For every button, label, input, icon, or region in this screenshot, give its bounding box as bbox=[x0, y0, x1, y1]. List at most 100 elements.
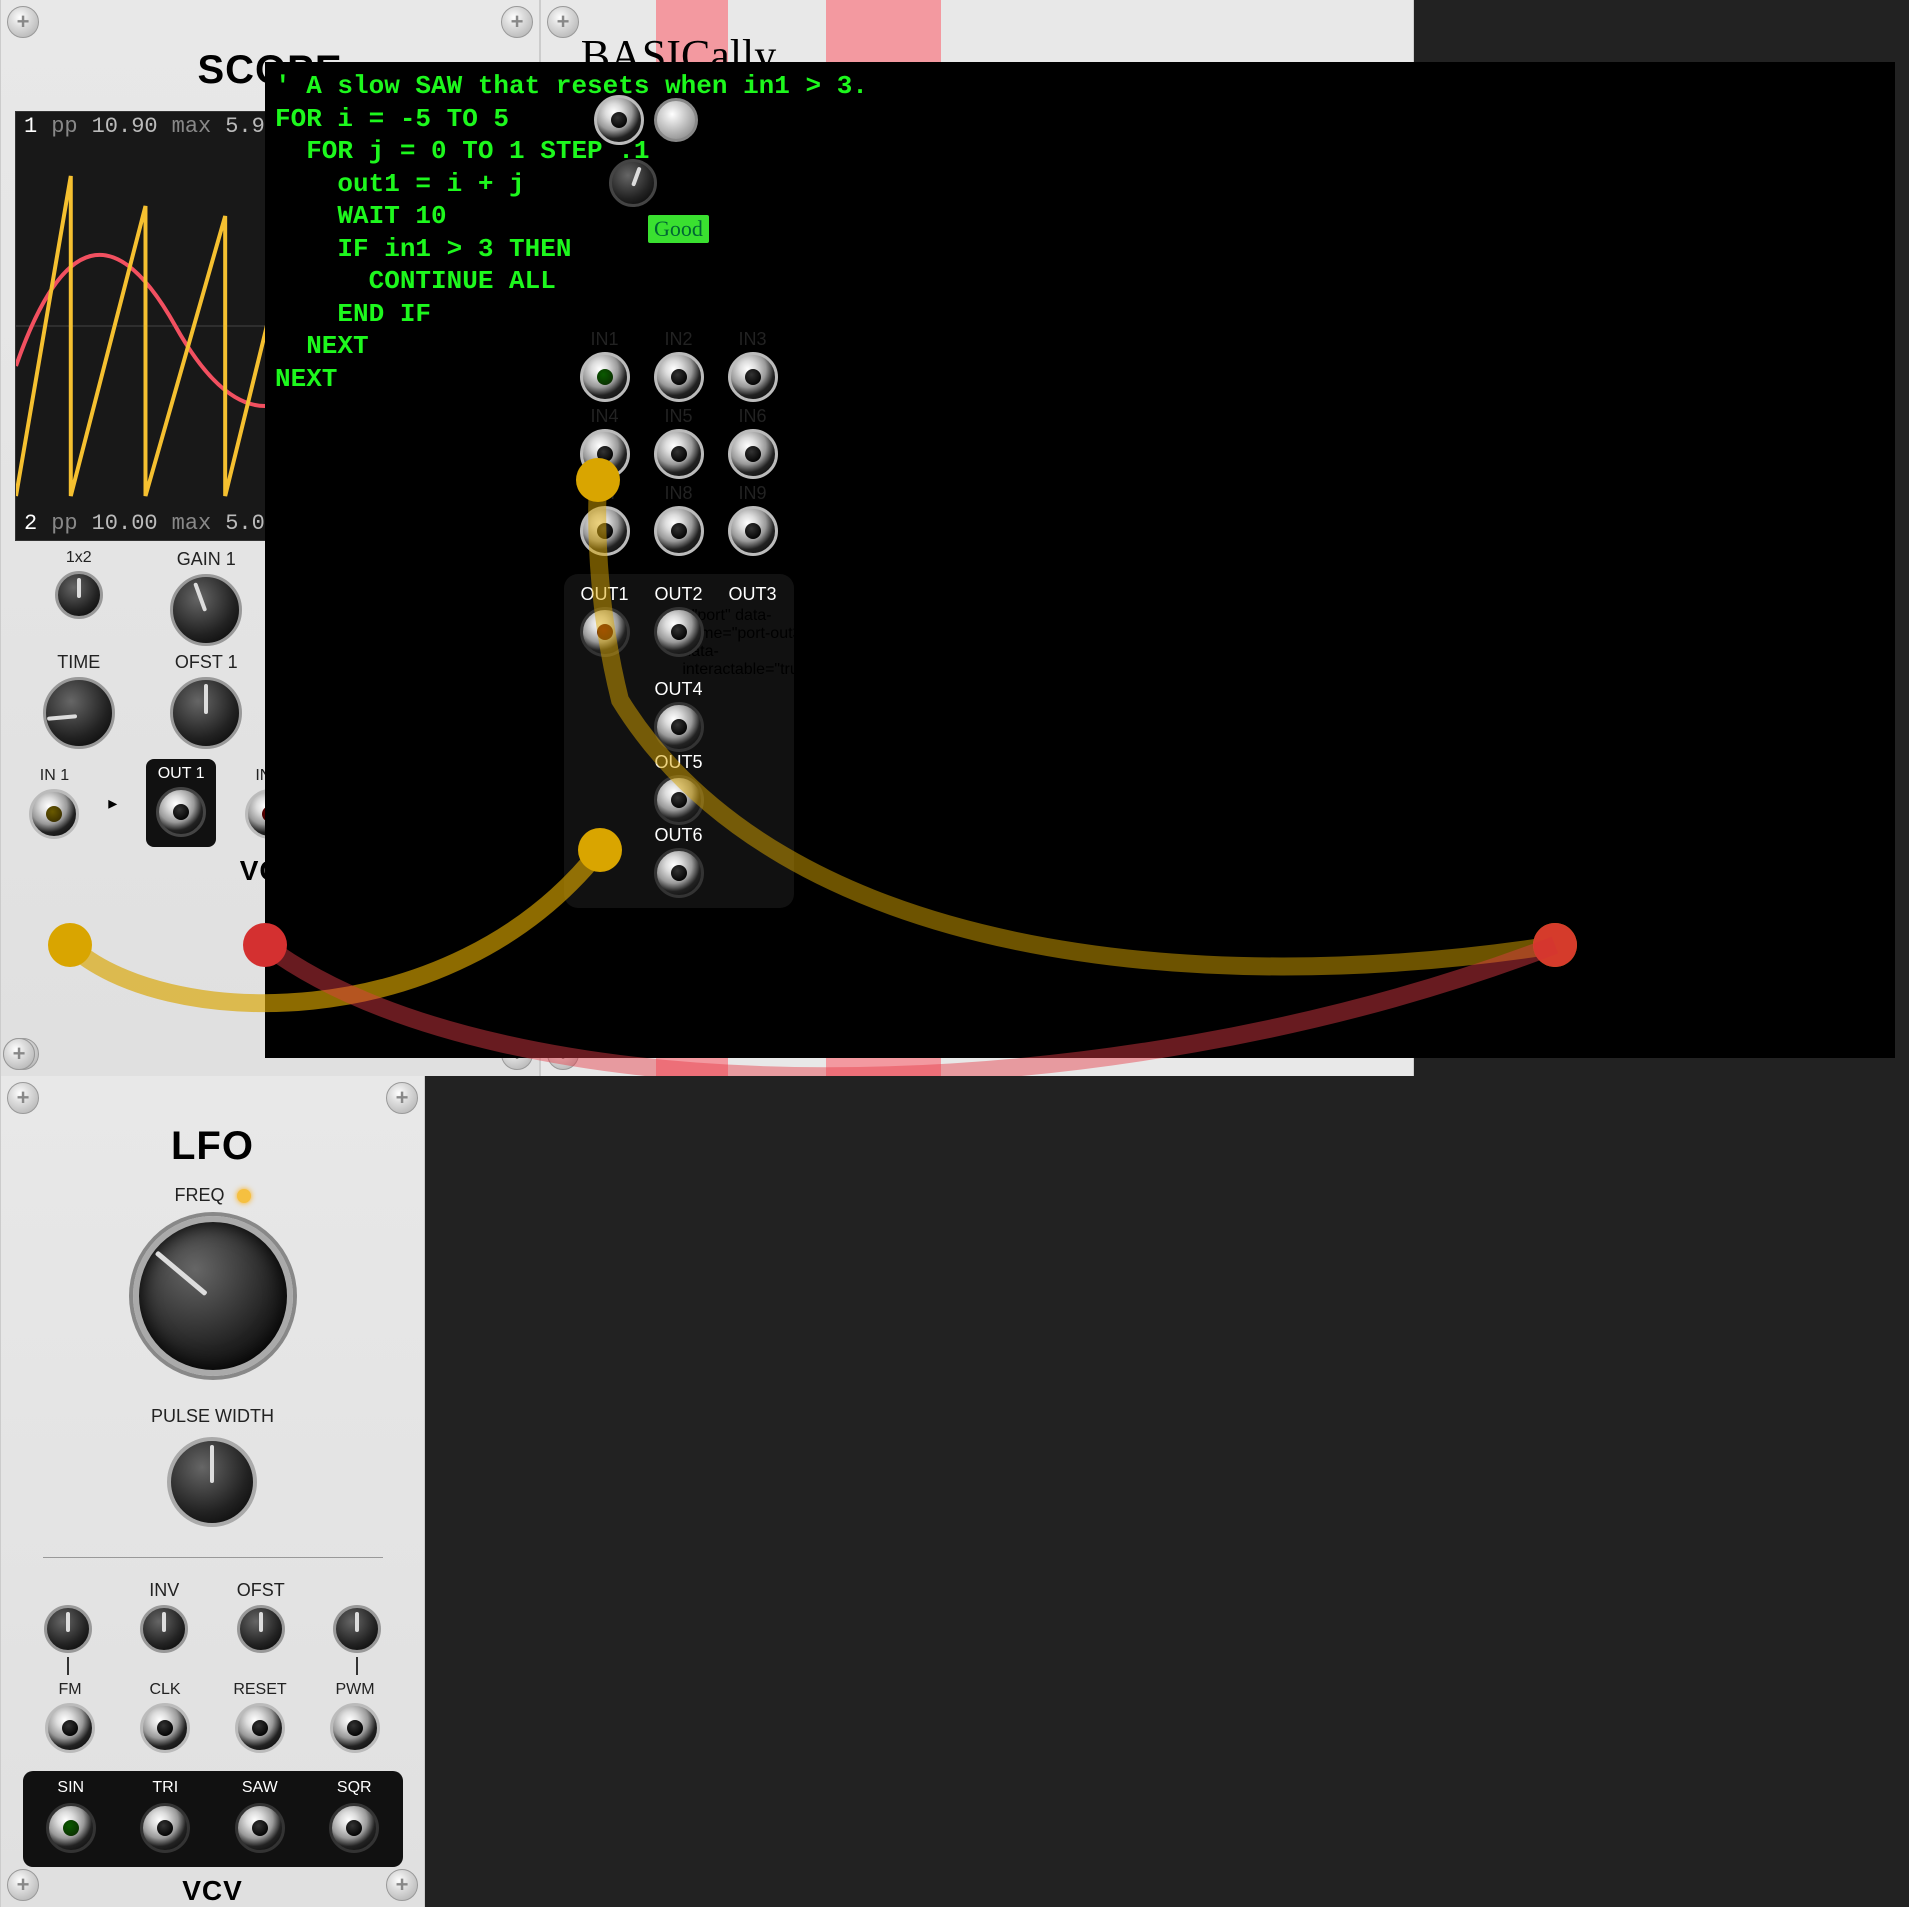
lfo-small-knobs: x INV OFST x bbox=[23, 1580, 403, 1675]
knob-style[interactable] bbox=[609, 159, 657, 207]
label-out3: OUT3 bbox=[728, 584, 776, 605]
knob-gain1[interactable] bbox=[170, 574, 242, 646]
ch1-number: 1 bbox=[24, 114, 37, 139]
port-in8[interactable] bbox=[654, 506, 704, 556]
freq-led-icon bbox=[237, 1189, 251, 1203]
port-out5[interactable] bbox=[654, 775, 704, 825]
knob-ofst1[interactable] bbox=[170, 677, 242, 749]
pwm-label: PWM bbox=[335, 1681, 374, 1699]
knob-ofst[interactable] bbox=[237, 1605, 285, 1653]
ch2-pp-value: 10.00 bbox=[92, 511, 158, 536]
lfo-cv-inputs: FM CLK RESET PWM bbox=[23, 1681, 403, 1753]
lfo-title: LFO bbox=[171, 1124, 254, 1169]
label-in3: IN3 bbox=[738, 329, 766, 350]
ofst-label: OFST bbox=[237, 1580, 285, 1601]
knob-fm-amount[interactable] bbox=[44, 1605, 92, 1653]
run-label: RUN bbox=[708, 105, 763, 135]
label-in1: IN1 bbox=[590, 329, 618, 350]
knob-freq[interactable] bbox=[133, 1216, 293, 1376]
fm-label: FM bbox=[58, 1681, 81, 1699]
sqr-label: SQR bbox=[337, 1779, 372, 1797]
label-in2: IN2 bbox=[664, 329, 692, 350]
basically-controls: BASICally RUN STYLE Good Broken Saw IN1 … bbox=[561, 30, 796, 908]
screw-icon bbox=[7, 1082, 39, 1114]
port-out4[interactable] bbox=[654, 702, 704, 752]
ch2-pp-label: pp bbox=[51, 511, 77, 536]
port-sqr[interactable] bbox=[329, 1803, 379, 1853]
arrow-icon: ▸ bbox=[108, 793, 117, 814]
label-ofst1: OFST 1 bbox=[175, 652, 238, 673]
port-in1[interactable] bbox=[29, 789, 79, 839]
label-in7: IN7 bbox=[590, 483, 618, 504]
connector-line bbox=[67, 1657, 69, 1675]
label-in4: IN4 bbox=[590, 406, 618, 427]
label-in1: IN 1 bbox=[40, 767, 69, 785]
port-saw[interactable] bbox=[235, 1803, 285, 1853]
port-out1[interactable] bbox=[156, 787, 206, 837]
lfo-outputs: SIN TRI SAW SQR bbox=[23, 1771, 403, 1867]
port-run[interactable] bbox=[594, 95, 644, 145]
label-gain1: GAIN 1 bbox=[177, 549, 236, 570]
label-in8: IN8 bbox=[664, 483, 692, 504]
label-out5: OUT5 bbox=[654, 752, 702, 773]
label-in5: IN5 bbox=[664, 406, 692, 427]
tri-label: TRI bbox=[152, 1779, 178, 1797]
screw-icon bbox=[7, 6, 39, 38]
connector-line bbox=[356, 1657, 358, 1675]
label-out2: OUT2 bbox=[654, 584, 702, 605]
port-in6[interactable] bbox=[728, 429, 778, 479]
style-label: STYLE bbox=[667, 168, 748, 198]
input-ports-grid: IN1 IN2 IN3 IN4 IN5 IN6 IN7 IN8 IN9 bbox=[570, 329, 788, 556]
divider bbox=[43, 1557, 383, 1558]
port-pwm[interactable] bbox=[330, 1703, 380, 1753]
ch2-max-label: max bbox=[172, 511, 212, 536]
ch1-pp-value: 10.90 bbox=[92, 114, 158, 139]
label-out4: OUT4 bbox=[654, 679, 702, 700]
reset-label: RESET bbox=[233, 1681, 286, 1699]
port-in1[interactable] bbox=[580, 352, 630, 402]
port-in7[interactable] bbox=[580, 506, 630, 556]
run-button[interactable] bbox=[654, 98, 698, 142]
label-out1: OUT 1 bbox=[158, 765, 205, 783]
port-tri[interactable] bbox=[140, 1803, 190, 1853]
status-badge: Good bbox=[648, 215, 709, 243]
saw-label: SAW bbox=[242, 1779, 278, 1797]
port-in4[interactable] bbox=[580, 429, 630, 479]
lfo-module: LFO FREQ PULSE WIDTH x INV OFST x FM CLK… bbox=[0, 1076, 425, 1907]
label-time: TIME bbox=[57, 652, 100, 673]
port-out6[interactable] bbox=[654, 848, 704, 898]
clk-label: CLK bbox=[149, 1681, 180, 1699]
pw-label: PULSE WIDTH bbox=[151, 1406, 274, 1427]
knob-inv[interactable] bbox=[140, 1605, 188, 1653]
port-in2[interactable] bbox=[654, 352, 704, 402]
knob-pulse-width[interactable] bbox=[167, 1437, 257, 1527]
ch2-number: 2 bbox=[24, 511, 37, 536]
label-in6: IN6 bbox=[738, 406, 766, 427]
screw-icon bbox=[386, 1082, 418, 1114]
knob-time[interactable] bbox=[43, 677, 115, 749]
label-out1: OUT1 bbox=[580, 584, 628, 605]
knob-pwm-amount[interactable] bbox=[333, 1605, 381, 1653]
port-sin[interactable] bbox=[46, 1803, 96, 1853]
ch1-pp-label: pp bbox=[51, 114, 77, 139]
ch1-max-label: max bbox=[172, 114, 212, 139]
port-clk[interactable] bbox=[140, 1703, 190, 1753]
port-out2[interactable] bbox=[654, 607, 704, 657]
sin-label: SIN bbox=[57, 1779, 84, 1797]
screw-icon bbox=[501, 6, 533, 38]
label-in9: IN9 bbox=[738, 483, 766, 504]
inv-label: INV bbox=[149, 1580, 179, 1601]
screw-icon bbox=[7, 1869, 39, 1901]
port-fm[interactable] bbox=[45, 1703, 95, 1753]
port-out1[interactable] bbox=[580, 607, 630, 657]
screw-icon bbox=[386, 1869, 418, 1901]
knob-1x2[interactable] bbox=[55, 571, 103, 619]
screw-icon bbox=[3, 1038, 35, 1070]
port-in9[interactable] bbox=[728, 506, 778, 556]
label-out6: OUT6 bbox=[654, 825, 702, 846]
code-editor[interactable]: ' A slow SAW that resets when in1 > 3. F… bbox=[265, 62, 1895, 1058]
label-1x2: 1x2 bbox=[66, 549, 92, 567]
port-in5[interactable] bbox=[654, 429, 704, 479]
port-in3[interactable] bbox=[728, 352, 778, 402]
port-reset[interactable] bbox=[235, 1703, 285, 1753]
